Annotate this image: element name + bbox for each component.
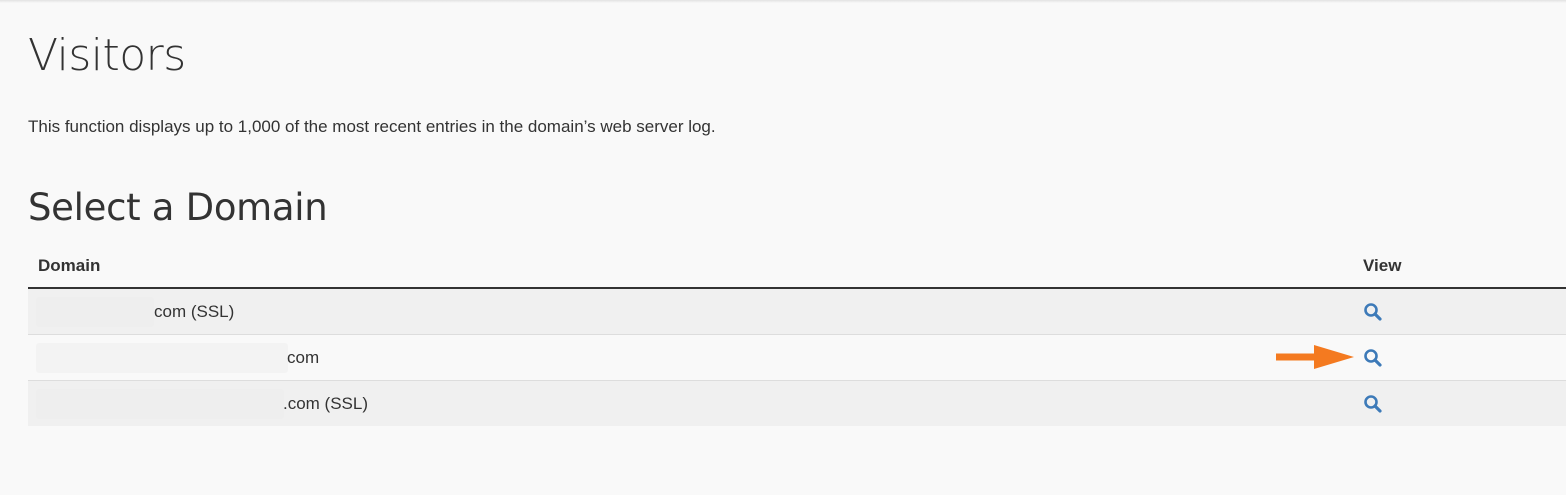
redacted-text [36,343,288,373]
table-row: com (SSL) [28,289,1566,335]
view-log-button[interactable] [1362,393,1384,415]
view-log-button[interactable] [1362,301,1384,323]
search-icon [1364,395,1382,413]
page-title: Visitors [28,30,186,81]
page-description: This function displays up to 1,000 of th… [28,117,716,136]
search-icon [1364,303,1382,321]
table-row: com [28,335,1566,381]
redacted-text [36,297,154,327]
table-row: .com (SSL) [28,381,1566,426]
domain-table: Domain View com (SSL) com .com (SSL) [28,244,1566,426]
domain-cell: com [287,348,320,367]
section-title: Select a Domain [28,186,328,229]
view-log-button[interactable] [1362,347,1384,369]
search-icon [1364,349,1382,367]
redacted-text [36,389,284,419]
domain-cell: com (SSL) [154,302,235,321]
column-header-domain: Domain [38,256,101,275]
domain-cell: .com (SSL) [283,394,369,413]
table-header: Domain View [28,244,1566,289]
column-header-view: View [1363,256,1402,275]
top-shadow [0,0,1566,3]
arrow-annotation-icon [1276,345,1354,369]
